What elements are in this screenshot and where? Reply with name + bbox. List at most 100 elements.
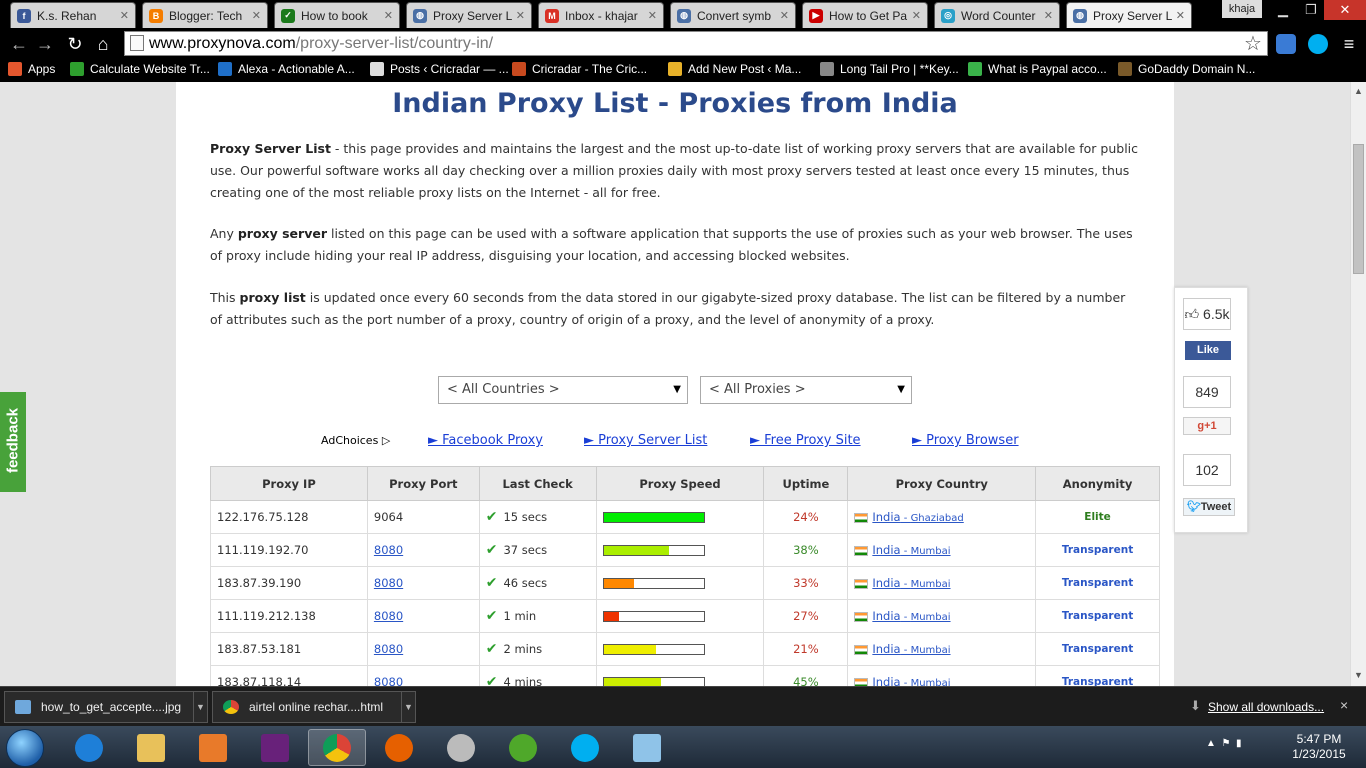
city-link[interactable]: Mumbai	[911, 579, 951, 590]
close-tab-icon[interactable]: ✕	[252, 9, 261, 22]
column-header[interactable]: Proxy IP	[210, 466, 368, 501]
proxy-country-cell[interactable]: India - Mumbai	[847, 632, 1037, 666]
country-link[interactable]: India	[872, 675, 900, 686]
column-header[interactable]: Last Check	[478, 466, 597, 501]
country-link[interactable]: India	[872, 642, 900, 656]
proxy-country-cell[interactable]: India - Ghaziabad	[847, 500, 1037, 534]
reload-icon[interactable]: ↻	[64, 33, 86, 55]
ad-link-facebook-proxy[interactable]: ► Facebook Proxy	[428, 433, 543, 448]
bookmark-item[interactable]: Add New Post ‹ Ma...	[668, 62, 801, 76]
taskbar-clock[interactable]: 5:47 PM 1/23/2015	[1284, 732, 1354, 762]
browser-tab[interactable]: ◍ Convert symb ✕	[670, 2, 796, 28]
home-icon[interactable]: ⌂	[92, 33, 114, 55]
close-tab-icon[interactable]: ✕	[912, 9, 921, 22]
file-explorer-icon[interactable]	[122, 729, 180, 766]
back-button[interactable]: ←	[8, 33, 30, 55]
close-tab-icon[interactable]: ✕	[1176, 9, 1185, 22]
bookmark-item[interactable]: Apps	[8, 62, 55, 76]
column-header[interactable]: Proxy Port	[366, 466, 480, 501]
forward-button[interactable]: →	[34, 33, 56, 55]
country-link[interactable]: India	[872, 510, 900, 524]
country-filter-select[interactable]: < All Countries > ▼	[438, 376, 688, 404]
user-profile-badge[interactable]: khaja	[1222, 0, 1262, 18]
bookmark-item[interactable]: GoDaddy Domain N...	[1118, 62, 1255, 76]
bookmark-star-icon[interactable]: ☆	[1244, 31, 1262, 56]
proxy-filter-select[interactable]: < All Proxies > ▼	[700, 376, 912, 404]
proxy-port[interactable]: 8080	[374, 543, 403, 557]
browser-tab[interactable]: ◎ Word Counter ✕	[934, 2, 1060, 28]
address-bar[interactable]: www.proxynova.com/proxy-server-list/coun…	[124, 31, 1268, 56]
proxy-country-cell[interactable]: India - Mumbai	[847, 599, 1037, 633]
close-tab-icon[interactable]: ✕	[780, 9, 789, 22]
extension-user-icon[interactable]	[1276, 34, 1296, 54]
browser-tab[interactable]: ▶ How to Get Pa ✕	[802, 2, 928, 28]
google-plus-button[interactable]: g+1	[1183, 417, 1231, 435]
scrollbar-thumb[interactable]	[1353, 144, 1364, 274]
close-window-button[interactable]: ✕	[1324, 0, 1366, 20]
download-options-icon[interactable]: ▼	[193, 692, 207, 722]
facebook-like-button[interactable]: Like	[1185, 341, 1231, 360]
scroll-down-arrow-icon[interactable]: ▼	[1354, 670, 1363, 680]
column-header[interactable]: Proxy Country	[847, 466, 1037, 501]
city-link[interactable]: Mumbai	[911, 612, 951, 623]
close-tab-icon[interactable]: ✕	[384, 9, 393, 22]
ad-link-proxy-server-list[interactable]: ► Proxy Server List	[584, 433, 707, 448]
adchoices-label[interactable]: AdChoices ▷	[321, 434, 390, 447]
start-button[interactable]	[6, 729, 44, 767]
column-header[interactable]: Uptime	[763, 466, 849, 501]
show-all-downloads-link[interactable]: Show all downloads...	[1208, 700, 1324, 714]
browser-tab[interactable]: ◍ Proxy Server L ✕	[406, 2, 532, 28]
proxy-port[interactable]: 8080	[374, 642, 403, 656]
satellite-icon[interactable]	[432, 729, 490, 766]
restore-button[interactable]: ❐	[1298, 0, 1324, 20]
country-link[interactable]: India	[872, 543, 900, 557]
proxy-port-cell[interactable]: 8080	[366, 665, 480, 686]
proxy-port[interactable]: 8080	[374, 576, 403, 590]
bookmark-item[interactable]: What is Paypal acco...	[968, 62, 1107, 76]
proxy-country-cell[interactable]: India - Mumbai	[847, 566, 1037, 600]
bookmark-item[interactable]: Cricradar - The Cric...	[512, 62, 647, 76]
country-link[interactable]: India	[872, 609, 900, 623]
notepad-icon[interactable]	[618, 729, 676, 766]
close-tab-icon[interactable]: ✕	[1044, 9, 1053, 22]
column-header[interactable]: Proxy Speed	[595, 466, 765, 501]
ad-link-proxy-browser[interactable]: ► Proxy Browser	[912, 433, 1019, 448]
download-options-icon[interactable]: ▼	[401, 692, 415, 722]
bookmark-item[interactable]: Alexa - Actionable A...	[218, 62, 355, 76]
chrome-menu-icon[interactable]: ≡	[1338, 33, 1360, 55]
browser-tab[interactable]: ✓ How to book ✕	[274, 2, 400, 28]
download-item[interactable]: airtel online rechar....html ▼	[212, 691, 416, 723]
city-link[interactable]: Mumbai	[911, 645, 951, 656]
column-header[interactable]: Anonymity	[1035, 466, 1160, 501]
proxy-port-cell[interactable]: 8080	[366, 533, 480, 567]
proxy-port-cell[interactable]: 8080	[366, 632, 480, 666]
system-tray[interactable]: ▲ ⚑ ▮	[1206, 738, 1241, 749]
ad-link-free-proxy-site[interactable]: ► Free Proxy Site	[750, 433, 861, 448]
utorrent-icon[interactable]	[494, 729, 552, 766]
city-link[interactable]: Mumbai	[911, 546, 951, 557]
close-tab-icon[interactable]: ✕	[648, 9, 657, 22]
download-item[interactable]: how_to_get_accepte....jpg ▼	[4, 691, 208, 723]
media-player-icon[interactable]	[184, 729, 242, 766]
skype-extension-icon[interactable]	[1308, 34, 1328, 54]
proxy-port-cell[interactable]: 8080	[366, 599, 480, 633]
close-download-bar-button[interactable]: ×	[1340, 697, 1348, 713]
bookmark-item[interactable]: Posts ‹ Cricradar — ...	[370, 62, 509, 76]
browser-tab[interactable]: ◍ Proxy Server L ✕	[1066, 2, 1192, 28]
city-link[interactable]: Mumbai	[911, 678, 951, 686]
bookmark-item[interactable]: Calculate Website Tr...	[70, 62, 210, 76]
scroll-up-arrow-icon[interactable]: ▲	[1354, 86, 1363, 96]
proxy-country-cell[interactable]: India - Mumbai	[847, 533, 1037, 567]
proxy-port-cell[interactable]: 8080	[366, 566, 480, 600]
browser-tab[interactable]: f K.s. Rehan ✕	[10, 2, 136, 28]
feedback-tab[interactable]: feedback	[0, 392, 26, 492]
close-tab-icon[interactable]: ✕	[120, 9, 129, 22]
proxy-port[interactable]: 8080	[374, 675, 403, 686]
internet-explorer-icon[interactable]	[60, 729, 118, 766]
visual-studio-icon[interactable]	[246, 729, 304, 766]
close-tab-icon[interactable]: ✕	[516, 9, 525, 22]
bookmark-item[interactable]: Long Tail Pro | **Key...	[820, 62, 959, 76]
country-link[interactable]: India	[872, 576, 900, 590]
proxy-country-cell[interactable]: India - Mumbai	[847, 665, 1037, 686]
browser-tab[interactable]: B Blogger: Tech ✕	[142, 2, 268, 28]
